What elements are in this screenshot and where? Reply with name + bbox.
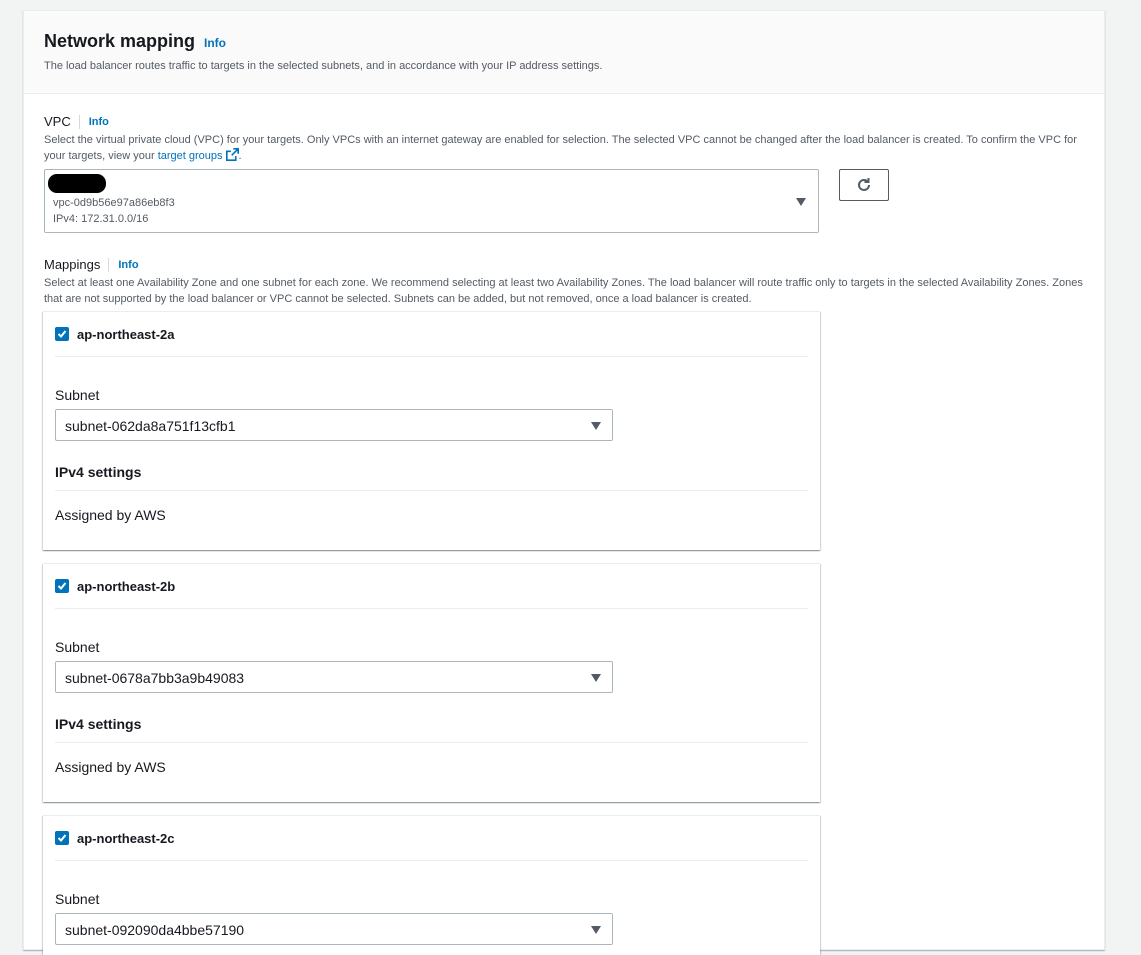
- subnet-value: subnet-0678a7bb3a9b49083: [65, 670, 245, 686]
- az-card-ap-northeast-2c: ap-northeast-2c Subnet subnet-092090da4b…: [43, 815, 820, 955]
- divider: [108, 257, 110, 272]
- ipv4-settings-title: IPv4 settings: [55, 464, 808, 491]
- check-icon: [57, 834, 67, 842]
- subnet-label: Subnet: [55, 639, 100, 655]
- caret-down-icon: [591, 674, 601, 682]
- vpc-select[interactable]: vpc-0d9b56e97a86eb8f3 IPv4: 172.31.0.0/1…: [44, 169, 819, 233]
- refresh-button[interactable]: [839, 169, 889, 201]
- mappings-label: Mappings: [44, 257, 101, 272]
- external-link-icon[interactable]: [225, 148, 239, 161]
- divider: [78, 114, 80, 129]
- az-card-ap-northeast-2b: ap-northeast-2b Subnet subnet-0678a7bb3a…: [43, 563, 820, 802]
- caret-down-icon: [591, 422, 601, 430]
- az-card-ap-northeast-2a: ap-northeast-2a Subnet subnet-062da8a751…: [43, 311, 820, 550]
- target-groups-link[interactable]: target groups: [158, 150, 223, 162]
- az-checkbox[interactable]: [55, 579, 69, 593]
- subnet-value: subnet-092090da4bbe57190: [65, 922, 245, 938]
- subnet-select[interactable]: subnet-0678a7bb3a9b49083: [55, 661, 613, 693]
- ipv4-settings-value: Assigned by AWS: [55, 759, 166, 775]
- redacted-vpc-name: [48, 174, 106, 193]
- check-icon: [57, 330, 67, 338]
- caret-down-icon: [591, 926, 601, 934]
- az-checkbox[interactable]: [55, 831, 69, 845]
- vpc-id: vpc-0d9b56e97a86eb8f3: [53, 197, 175, 209]
- vpc-cidr: IPv4: 172.31.0.0/16: [53, 213, 149, 225]
- ipv4-settings-value: Assigned by AWS: [55, 507, 166, 523]
- panel-header: Network mapping Info The load balancer r…: [24, 11, 1104, 94]
- subnet-select[interactable]: subnet-062da8a751f13cfb1: [55, 409, 613, 441]
- az-name: ap-northeast-2b: [77, 578, 176, 594]
- vpc-description-suffix: .: [238, 150, 242, 162]
- subnet-value: subnet-062da8a751f13cfb1: [65, 418, 236, 434]
- mappings-description: Select at least one Availability Zone an…: [44, 277, 1083, 305]
- az-name: ap-northeast-2c: [77, 830, 175, 846]
- az-checkbox[interactable]: [55, 327, 69, 341]
- caret-down-icon: [796, 198, 806, 206]
- vpc-description: Select the virtual private cloud (VPC) f…: [44, 132, 1089, 164]
- header-description: The load balancer routes traffic to targ…: [44, 60, 603, 72]
- header-info-link[interactable]: Info: [204, 36, 226, 50]
- subnet-select[interactable]: subnet-092090da4bbe57190: [55, 913, 613, 945]
- page-title: Network mapping: [44, 31, 196, 51]
- check-icon: [57, 582, 67, 590]
- vpc-info-link[interactable]: Info: [89, 116, 109, 128]
- subnet-label: Subnet: [55, 891, 100, 907]
- mappings-info-link[interactable]: Info: [118, 259, 138, 271]
- subnet-label: Subnet: [55, 387, 100, 403]
- az-name: ap-northeast-2a: [77, 326, 175, 342]
- refresh-icon: [858, 178, 870, 191]
- vpc-label: VPC: [44, 114, 71, 129]
- ipv4-settings-title: IPv4 settings: [55, 716, 808, 743]
